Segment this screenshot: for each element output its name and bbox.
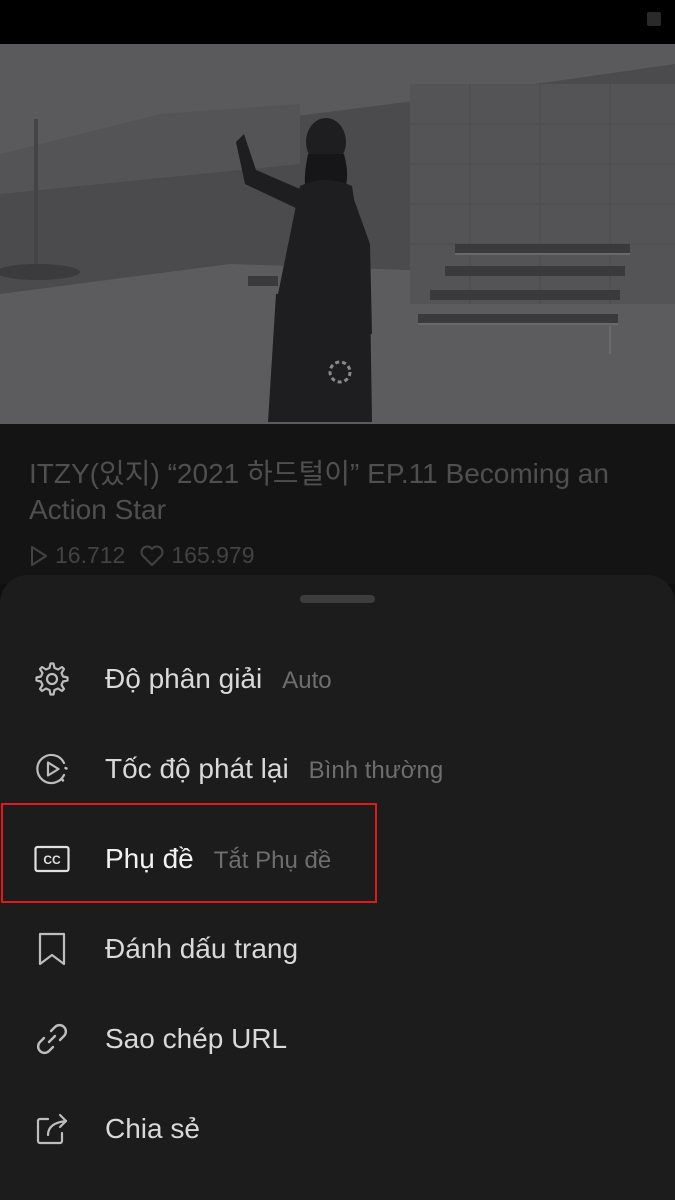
menu-item-text: Sao chép URL bbox=[105, 1023, 287, 1055]
views-count: 16.712 bbox=[55, 542, 126, 568]
menu-item-value: Bình thường bbox=[308, 757, 444, 784]
heart-icon bbox=[140, 545, 164, 566]
menu-item-label: Sao chép URL bbox=[105, 1023, 288, 1054]
play-icon bbox=[31, 545, 47, 566]
menu-item-playback-speed[interactable]: Tốc độ phát lại Bình thường bbox=[0, 724, 675, 814]
share-icon bbox=[34, 1111, 70, 1147]
menu-item-text: Tốc độ phát lại Bình thường bbox=[105, 753, 443, 785]
menu-item-label: Độ phân giải bbox=[105, 663, 263, 694]
options-bottom-sheet: Độ phân giải Auto Tốc độ phát lại Bình t… bbox=[0, 575, 675, 1200]
menu-item-label: Đánh dấu trang bbox=[105, 933, 299, 964]
menu-item-copy-url[interactable]: Sao chép URL bbox=[0, 994, 675, 1084]
menu-item-share[interactable]: Chia sẻ bbox=[0, 1084, 675, 1174]
menu-item-bookmark[interactable]: Đánh dấu trang bbox=[0, 904, 675, 994]
likes-stat: 165.979 bbox=[139, 542, 255, 569]
status-bar bbox=[0, 0, 675, 44]
playback-speed-icon bbox=[34, 751, 70, 787]
menu-item-value: Auto bbox=[282, 667, 332, 694]
menu-item-text: Đánh dấu trang bbox=[105, 933, 298, 965]
status-indicator-icon bbox=[647, 12, 661, 26]
sheet-drag-handle[interactable] bbox=[300, 595, 375, 603]
subtitles-highlight-box bbox=[1, 803, 377, 903]
video-info: ITZY(있지) “2021 하드털이” EP.11 Becoming an A… bbox=[0, 424, 675, 584]
menu-item-text: Chia sẻ bbox=[105, 1113, 200, 1145]
menu-item-label: Tốc độ phát lại bbox=[105, 753, 289, 784]
gear-icon bbox=[34, 661, 70, 697]
views-stat: 16.712 bbox=[29, 542, 125, 569]
menu-item-resolution[interactable]: Độ phân giải Auto bbox=[0, 634, 675, 724]
video-stats: 16.712 165.979 bbox=[29, 542, 269, 569]
video-title: ITZY(있지) “2021 하드털이” EP.11 Becoming an A… bbox=[29, 458, 609, 525]
likes-count: 165.979 bbox=[171, 542, 255, 568]
video-player[interactable] bbox=[0, 44, 675, 424]
link-icon bbox=[34, 1021, 70, 1057]
video-frame bbox=[0, 44, 675, 424]
menu-item-text: Độ phân giải Auto bbox=[105, 663, 332, 695]
bookmark-icon bbox=[34, 931, 70, 967]
menu-item-label: Chia sẻ bbox=[105, 1113, 200, 1144]
